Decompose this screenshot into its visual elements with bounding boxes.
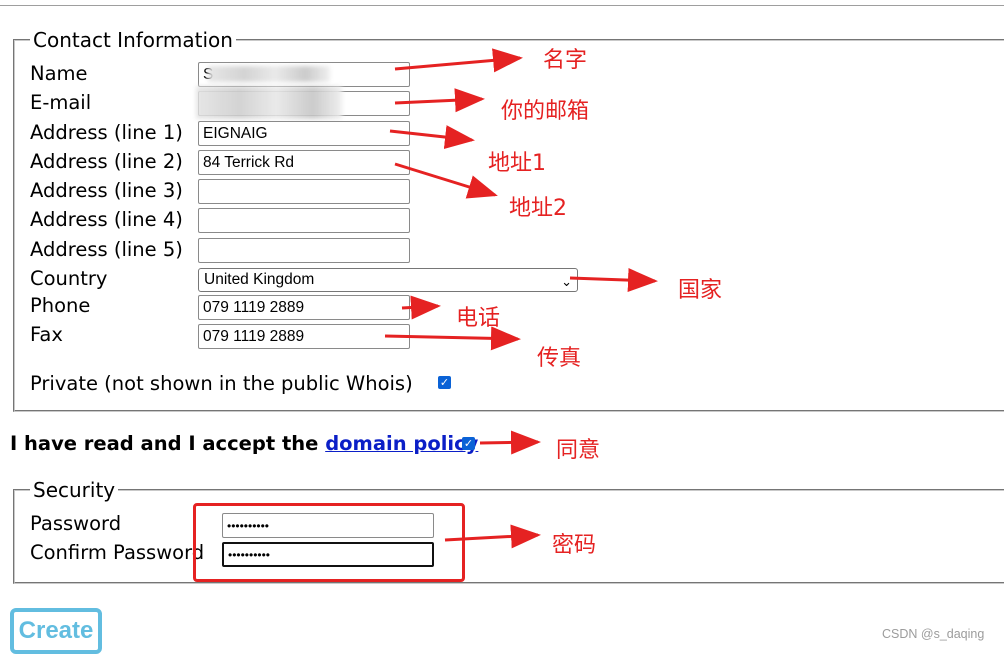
- country-arrow: [569, 268, 658, 293]
- annotation-email: 你的邮箱: [501, 99, 590, 124]
- agree-arrow: [479, 430, 541, 455]
- annotation-password: 密码: [552, 533, 597, 558]
- password-arrow: [444, 524, 541, 549]
- annotation-name: 名字: [543, 48, 588, 73]
- address2-arrow: [394, 162, 498, 199]
- annotation-agree: 同意: [556, 438, 601, 463]
- watermark: CSDN @s_daqing: [882, 627, 985, 641]
- fax-arrow: [384, 326, 521, 351]
- annotation-phone: 电话: [456, 306, 501, 331]
- annotation-address1: 地址1: [488, 151, 546, 176]
- annotation-country: 国家: [678, 278, 723, 303]
- annotation-fax: 传真: [537, 346, 582, 371]
- address1-arrow: [389, 125, 475, 149]
- phone-arrow: [401, 295, 441, 320]
- email-arrow: [394, 88, 485, 113]
- name-arrow: [394, 48, 523, 73]
- annotation-address2: 地址2: [509, 196, 567, 221]
